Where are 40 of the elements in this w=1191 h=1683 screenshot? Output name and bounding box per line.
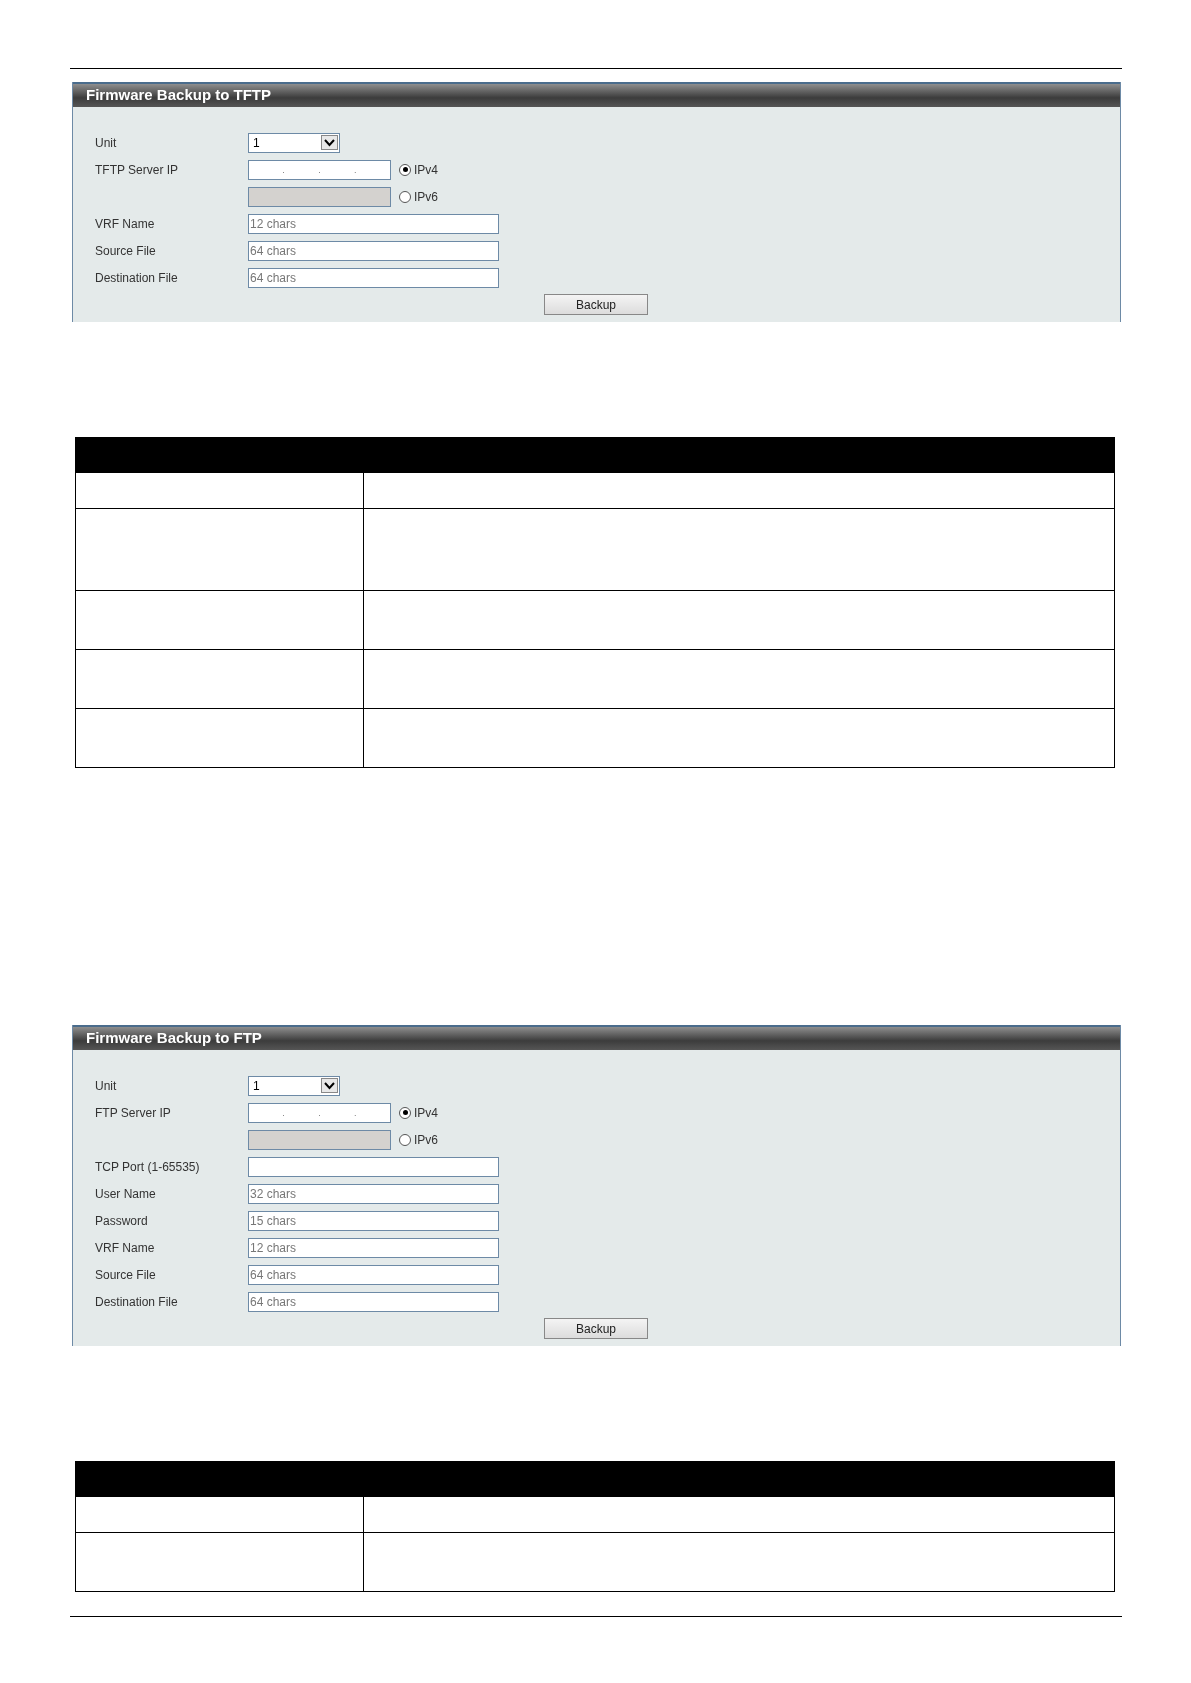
input-field[interactable]: 64 chars xyxy=(248,240,499,261)
field-label: Unit xyxy=(95,135,118,150)
backup-button[interactable]: Backup xyxy=(544,1318,648,1339)
field-label: User Name xyxy=(95,1186,157,1201)
panel-title: Firmware Backup to TFTP xyxy=(73,82,1120,107)
unit-dropdown[interactable]: 1 xyxy=(248,1075,340,1096)
field-label: Unit xyxy=(95,1078,118,1093)
input-field[interactable] xyxy=(248,1156,499,1177)
field-label: Source File xyxy=(95,243,157,258)
input-field[interactable]: 12 chars xyxy=(248,1237,499,1258)
input-field[interactable]: 12 chars xyxy=(248,213,499,234)
field-label: TFTP Server IP xyxy=(95,162,180,177)
input-field[interactable]: 64 chars xyxy=(248,1291,499,1312)
field-label: VRF Name xyxy=(95,216,156,231)
field-label: Destination File xyxy=(95,270,179,285)
unit-dropdown[interactable]: 1 xyxy=(248,132,340,153)
radio-button[interactable] xyxy=(399,163,411,176)
radio-label: IPv6 xyxy=(414,1132,438,1147)
input-field[interactable]: 64 chars xyxy=(248,1264,499,1285)
ip-address-field[interactable]: . . . xyxy=(248,159,391,180)
backup-button[interactable]: Backup xyxy=(544,294,648,315)
input-field[interactable]: 64 chars xyxy=(248,267,499,288)
field-label: FTP Server IP xyxy=(95,1105,172,1120)
caret-icon xyxy=(321,135,338,150)
input-field[interactable]: 15 chars xyxy=(248,1210,499,1231)
field-label: Destination File xyxy=(95,1294,179,1309)
radio-button[interactable] xyxy=(399,1133,411,1146)
field-label: Password xyxy=(95,1213,149,1228)
panel-title: Firmware Backup to FTP xyxy=(73,1025,1120,1050)
radio-label: IPv6 xyxy=(414,189,438,204)
input-field[interactable]: 32 chars xyxy=(248,1183,499,1204)
radio-label: IPv4 xyxy=(414,162,438,177)
radio-button[interactable] xyxy=(399,190,411,203)
field-label: Source File xyxy=(95,1267,157,1282)
field-label: VRF Name xyxy=(95,1240,156,1255)
ip-address-field[interactable]: . . . xyxy=(248,1102,391,1123)
caret-icon xyxy=(321,1078,338,1093)
field-label: TCP Port (1-65535) xyxy=(95,1159,201,1174)
radio-button[interactable] xyxy=(399,1106,411,1119)
radio-label: IPv4 xyxy=(414,1105,438,1120)
